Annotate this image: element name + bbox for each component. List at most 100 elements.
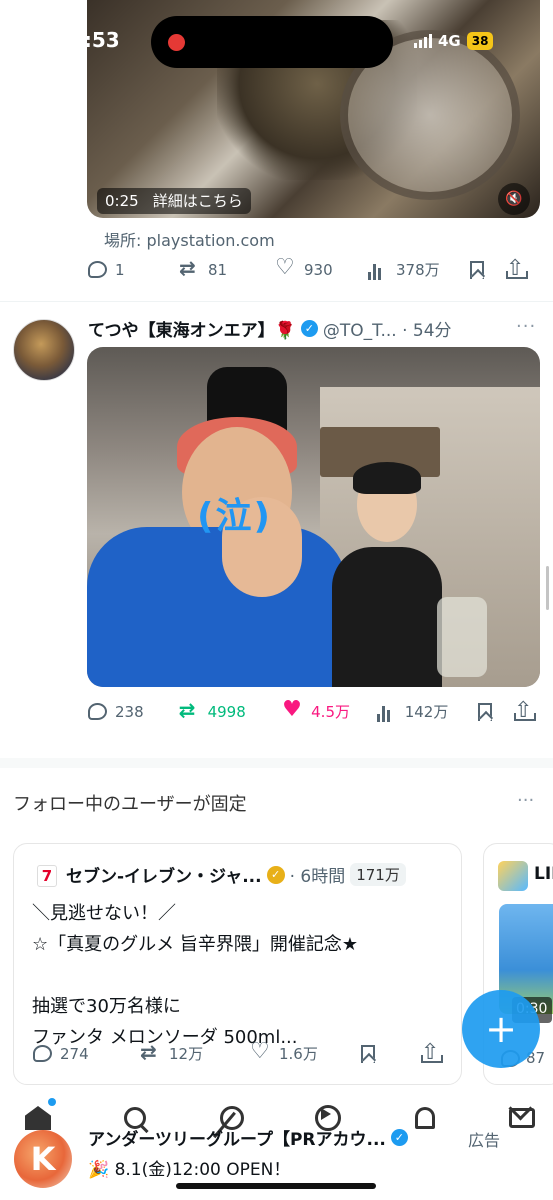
like-button[interactable]: 930 [275,255,368,280]
repost-button[interactable]: 12万 [140,1040,251,1064]
share-icon [506,256,528,281]
photo-hair [353,462,421,494]
bookmark-button[interactable] [361,1044,421,1063]
post2-actions: 238 4998 4.5万 142万 [88,697,538,723]
repost-button[interactable]: 81 [179,256,276,280]
reply-icon [88,261,107,278]
mail-icon [508,1108,535,1128]
views-icon [368,260,388,280]
views-count: 142万 [404,703,449,721]
reply-icon [88,703,107,720]
verified-icon: ✓ [300,320,318,337]
more-icon[interactable]: ··· [516,316,536,337]
ad-author-name[interactable]: アンダーツリーグループ【PRアカウ... [88,1125,386,1150]
ad-author: アンダーツリーグループ【PRアカウ... ✓ [88,1125,408,1150]
repost-icon [140,1040,161,1064]
reply-button[interactable]: 274 [33,1045,141,1063]
seven-eleven-logo: 7 [37,865,57,887]
compose-button[interactable]: + [462,990,540,1068]
repost-count: 4998 [207,702,246,721]
battery-icon: 38 [466,32,494,50]
bookmark-button[interactable] [478,702,514,721]
reply-button[interactable]: 238 [88,703,180,721]
messages-tab[interactable] [504,1100,540,1136]
handle-time: @TO_T... · 54分 [322,321,452,341]
more-icon[interactable]: ··· [517,790,534,811]
bookmark-icon [478,702,493,721]
views-button[interactable]: 142万 [376,701,479,722]
home-icon [25,1106,51,1130]
card-count-badge: 171万 [350,863,406,886]
recording-indicator [168,34,185,51]
notifications-tab[interactable] [407,1100,443,1136]
share-icon [514,698,537,723]
views-icon [376,702,397,722]
location-link[interactable]: 場所: playstation.com [104,227,275,251]
mute-icon[interactable]: 🔇 [498,183,530,215]
like-icon [250,1039,271,1064]
like-count: 4.5万 [311,703,350,721]
like-icon [282,697,303,722]
card-actions: 274 12万 1.6万 [33,1039,445,1065]
views-count: 378万 [396,261,440,279]
verified-icon: ✓ [390,1129,408,1146]
network-type: 4G [438,32,461,50]
reply-count: 1 [115,260,125,279]
card-text: ＼見逃せない！／ ☆「真夏のグルメ 旨辛界隈」開催記念★ 抽選で30万名様に フ… [32,903,358,1048]
dynamic-island [151,16,393,68]
photo-person [332,547,442,687]
pinned-card-header: セブン-イレブン・ジャ... ✓ · 6時間 171万 [66,862,406,887]
card-author[interactable]: セブン-イレブン・ジャ... [66,862,262,887]
reply-button[interactable]: 1 [88,261,180,279]
share-icon [421,1040,443,1065]
bookmark-icon [470,260,484,279]
bell-icon [415,1107,436,1129]
video-time: 0:25 [105,192,139,210]
repost-count: 12万 [169,1045,204,1063]
views-button[interactable]: 378万 [368,259,470,280]
status-time: 16:53 [56,28,120,52]
photo-jar [437,597,487,677]
bookmark-icon [361,1044,375,1063]
repost-icon [179,256,200,280]
status-indicators: 4G 38 [414,32,494,50]
ad-avatar[interactable]: K [14,1130,72,1188]
reply-count: 274 [60,1044,89,1063]
author-name[interactable]: てつや【東海オンエア】🌹 [88,316,296,341]
ad-label: 広告 [468,1131,501,1150]
pinned-section-title: フォロー中のユーザーが固定 [13,794,247,815]
like-button[interactable]: 1.6万 [250,1039,361,1064]
line-logo [498,861,528,891]
like-button[interactable]: 4.5万 [282,697,377,722]
reply-icon [33,1045,52,1062]
post2-photo[interactable]: (泣) [87,347,540,687]
ad-text: 🎉 8.1(金)12:00 OPEN！ [88,1160,291,1180]
photo-person [87,527,347,687]
video-details-link[interactable]: 詳細はこちら [153,188,243,214]
post1-actions: 1 81 930 378万 [88,255,538,281]
verified-org-icon: ✓ [266,865,285,884]
video-time-pill[interactable]: 0:25 詳細はこちら [97,188,251,214]
repost-icon [179,698,200,722]
post2-header: てつや【東海オンエア】🌹 ✓ @TO_T... · 54分 [88,316,452,341]
like-icon [275,255,296,280]
notification-dot [48,1098,56,1106]
like-count: 930 [304,260,333,279]
share-button[interactable] [506,256,530,281]
like-count: 1.6万 [279,1045,318,1063]
card-author: LIN [534,864,553,884]
photo-overlay-text: (泣) [197,496,272,537]
repost-button[interactable]: 4998 [179,698,284,722]
share-button[interactable] [514,698,538,723]
home-indicator[interactable] [176,1183,376,1189]
share-button[interactable] [421,1040,445,1065]
avatar[interactable] [13,319,75,381]
scrollbar[interactable] [546,566,549,610]
repost-count: 81 [208,260,228,279]
card-time: · 6時間 [289,867,346,887]
reply-count: 238 [115,702,144,721]
divider [0,301,553,302]
bookmark-button[interactable] [470,260,506,279]
signal-icon [414,34,432,48]
section-separator [0,758,553,768]
